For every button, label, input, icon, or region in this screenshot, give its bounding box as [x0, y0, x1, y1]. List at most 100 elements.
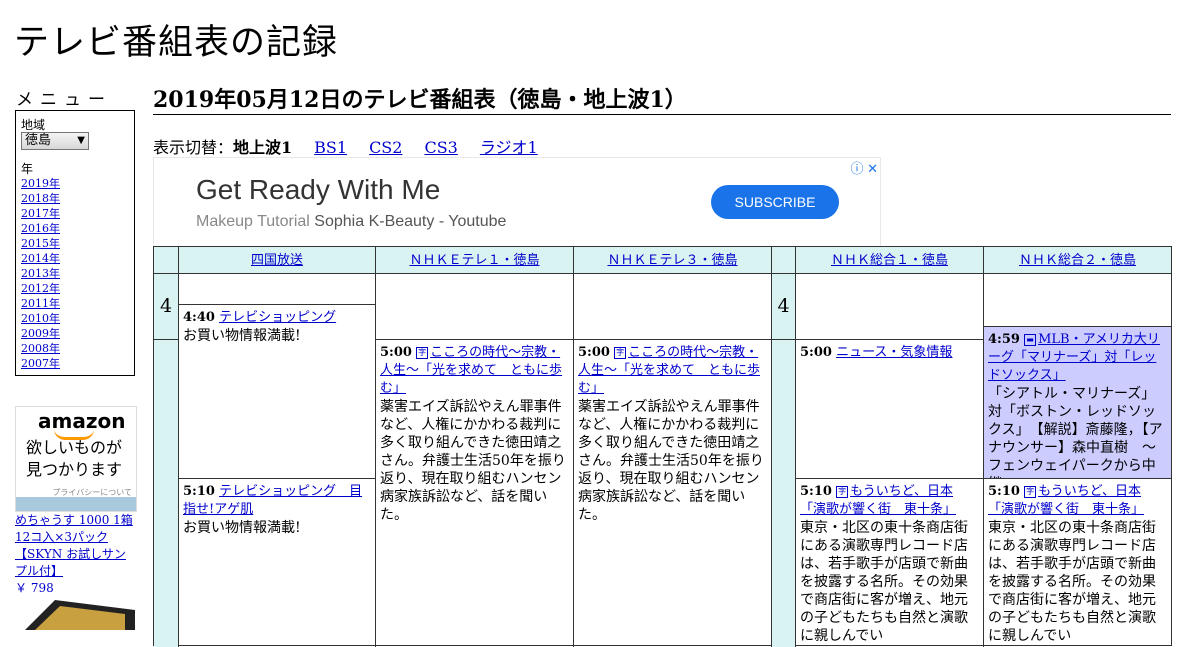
product-image[interactable]	[15, 600, 135, 630]
chevron-down-icon: ▼	[77, 135, 85, 146]
channel-link[interactable]: ＮＨＫＥテレ１・徳島	[409, 253, 539, 268]
program-time: 4:40	[183, 310, 215, 325]
year-link-2008[interactable]: 2008年	[21, 342, 60, 355]
switch-link-cs2[interactable]: CS2	[369, 138, 402, 157]
year-link-2019[interactable]: 2019年	[21, 177, 60, 190]
switch-link-cs3[interactable]: CS3	[424, 138, 457, 157]
program-cell: 5:00 字こころの時代～宗教・人生～「光を求めて ともに歩む」 薬害エイズ訴訟…	[574, 339, 771, 647]
year-link-2011[interactable]: 2011年	[21, 297, 60, 310]
switch-link-bs1[interactable]: BS1	[314, 138, 347, 157]
page-heading: 2019年05月12日のテレビ番組表（徳島・地上波1）	[153, 82, 1171, 115]
channel-header-etele1: ＮＨＫＥテレ１・徳島	[376, 247, 573, 274]
program-title-link[interactable]: ニュース・気象情報	[836, 345, 952, 360]
program-time: 5:00	[800, 345, 832, 360]
ad-scroll-strip	[16, 497, 136, 511]
sidebar-product: めちゃうす 1000 1箱12コ入×3パック 【SKYN お試しサンプル付】 ￥…	[15, 512, 137, 597]
amazon-tagline-2: 見つかります	[26, 460, 123, 479]
channel-header-etele3: ＮＨＫＥテレ３・徳島	[574, 247, 771, 274]
program-title-link[interactable]: テレビショッピング	[219, 310, 336, 325]
program-time: 5:10	[800, 484, 832, 499]
subtitle-badge-icon: 字	[836, 486, 849, 498]
ad-close-icon[interactable]: ⓘ ✕	[850, 158, 878, 177]
program-cell: 5:00 ニュース・気象情報	[796, 339, 983, 479]
year-link-2007[interactable]: 2007年	[21, 357, 60, 370]
region-select-value: 徳島	[25, 133, 52, 148]
amazon-ad[interactable]: amazon 欲しいものが 見つかります プライバシーについて	[15, 406, 137, 512]
year-link-2017[interactable]: 2017年	[21, 207, 60, 220]
year-label: 年	[21, 162, 34, 176]
ad-banner[interactable]: Get Ready With Me Makeup Tutorial Sophia…	[153, 157, 881, 247]
hour-column-mid: 4	[771, 247, 795, 647]
channel-header-shikoku: 四国放送	[179, 247, 375, 274]
program-table: 4 四国放送 4:40 テレビショッピング お買い物情報満載! 5:10 テレビ…	[153, 246, 1172, 647]
channel-switch: 表示切替：地上波1 BS1 CS2 CS3 ラジオ1	[153, 134, 538, 158]
year-link-2016[interactable]: 2016年	[21, 222, 60, 235]
program-cell: 5:10 字もういちど、日本「演歌が響く街 東十条」 東京・北区の東十条商店街に…	[984, 478, 1171, 647]
switch-link-radio1[interactable]: ラジオ1	[480, 138, 538, 157]
channel-column-etele1: ＮＨＫＥテレ１・徳島 5:00 字こころの時代～宗教・人生～「光を求めて ともに…	[375, 247, 573, 647]
hour-column-left: 4	[154, 247, 178, 647]
ad-headline: Get Ready With Me	[196, 174, 441, 205]
hour-label: 4	[159, 295, 173, 317]
product-price: ￥ 798	[15, 581, 54, 595]
program-cell: 4:40 テレビショッピング お買い物情報満載!	[179, 304, 375, 479]
channel-link[interactable]: 四国放送	[251, 253, 303, 268]
program-time: 5:00	[380, 345, 412, 360]
year-link-2015[interactable]: 2015年	[21, 237, 60, 250]
year-link-2018[interactable]: 2018年	[21, 192, 60, 205]
channel-column-sogo1: ＮＨＫ総合１・徳島 5:00 ニュース・気象情報 5:10 字もういちど、日本「…	[795, 247, 983, 647]
channel-column-sogo2: ＮＨＫ総合２・徳島 4:59 ▬ MLB・アメリカ大リーグ「マリナーズ」対「レッド…	[983, 247, 1171, 647]
hour-divider	[772, 339, 795, 340]
program-cell: 5:00 字こころの時代～宗教・人生～「光を求めて ともに歩む」 薬害エイズ訴訟…	[376, 339, 573, 647]
year-link-2012[interactable]: 2012年	[21, 282, 60, 295]
program-cell: 4:59 ▬ MLB・アメリカ大リーグ「マリナーズ」対「レッドソックス」 「シアト…	[984, 326, 1171, 479]
program-cell: 5:10 テレビショッピング 目指せ!アゲ肌 お買い物情報満載!	[179, 478, 375, 647]
channel-link[interactable]: ＮＨＫ総合１・徳島	[831, 253, 948, 268]
channel-header-sogo2: ＮＨＫ総合２・徳島	[984, 247, 1171, 274]
data-broadcast-icon: ▬	[1024, 334, 1037, 346]
hour-header	[772, 247, 795, 274]
year-list: 2019年 2018年 2017年 2016年 2015年 2014年 2013…	[21, 176, 60, 371]
ad-sub-source: Sophia K-Beauty - Youtube	[314, 213, 507, 230]
hour-label: 4	[777, 295, 790, 317]
subtitle-badge-icon: 字	[416, 347, 429, 359]
channel-header-sogo1: ＮＨＫ総合１・徳島	[796, 247, 983, 274]
amazon-tagline-1: 欲しいものが	[26, 438, 123, 457]
program-desc: お買い物情報満載!	[183, 328, 301, 344]
region-label: 地域	[21, 118, 46, 132]
program-desc: お買い物情報満載!	[183, 520, 301, 536]
subtitle-badge-icon: 字	[614, 347, 627, 359]
amazon-tagline: 欲しいものが 見つかります	[26, 437, 122, 481]
channel-link[interactable]: ＮＨＫ総合２・徳島	[1019, 253, 1136, 268]
region-select[interactable]: 徳島 ▼	[21, 132, 89, 150]
year-link-2014[interactable]: 2014年	[21, 252, 60, 265]
subscribe-button[interactable]: SUBSCRIBE	[711, 185, 839, 219]
program-desc: 「シアトル・マリナーズ」対「ボストン・レッドソックス」 【解説】斎藤隆，【アナウ…	[988, 386, 1163, 479]
hour-header	[154, 247, 178, 274]
product-title-link[interactable]: めちゃうす 1000 1箱12コ入×3パック 【SKYN お試しサンプル付】	[15, 513, 133, 578]
program-desc: 東京・北区の東十条商店街にある演歌専門レコード店は、若手歌手が店頭で新曲を披露す…	[800, 520, 968, 644]
menu-heading: メニュー	[16, 90, 112, 110]
menu-box: 地域 徳島 ▼ 年 2019年 2018年 2017年 2016年 2015年 …	[15, 110, 135, 376]
ad-subline: Makeup Tutorial Sophia K-Beauty - Youtub…	[196, 213, 506, 231]
ad-sub-prefix: Makeup Tutorial	[196, 213, 310, 230]
switch-current: 地上波1	[233, 138, 293, 157]
program-desc: 東京・北区の東十条商店街にある演歌専門レコード店は、若手歌手が店頭で新曲を披露す…	[988, 520, 1156, 644]
program-desc: 薬害エイズ訴訟やえん罪事件など、人権にかかわる裁判に多く取り組んできた徳田靖之さ…	[380, 399, 566, 523]
program-time: 5:10	[183, 484, 215, 499]
program-time: 5:10	[988, 484, 1020, 499]
program-time: 4:59	[988, 332, 1020, 347]
hour-divider	[154, 339, 178, 340]
switch-label: 表示切替：	[153, 138, 234, 157]
year-link-2009[interactable]: 2009年	[21, 327, 60, 340]
year-link-2010[interactable]: 2010年	[21, 312, 60, 325]
year-link-2013[interactable]: 2013年	[21, 267, 60, 280]
channel-column-etele3: ＮＨＫＥテレ３・徳島 5:00 字こころの時代～宗教・人生～「光を求めて ともに…	[573, 247, 771, 647]
channel-column-shikoku: 四国放送 4:40 テレビショッピング お買い物情報満載! 5:10 テレビショ…	[178, 247, 375, 647]
program-time: 5:00	[578, 345, 610, 360]
channel-link[interactable]: ＮＨＫＥテレ３・徳島	[607, 253, 737, 268]
program-desc: 薬害エイズ訴訟やえん罪事件など、人権にかかわる裁判に多く取り組んできた徳田靖之さ…	[578, 399, 764, 523]
program-cell: 5:10 字もういちど、日本「演歌が響く街 東十条」 東京・北区の東十条商店街に…	[796, 478, 983, 647]
subtitle-badge-icon: 字	[1024, 486, 1037, 498]
site-title: テレビ番組表の記録	[14, 23, 339, 63]
